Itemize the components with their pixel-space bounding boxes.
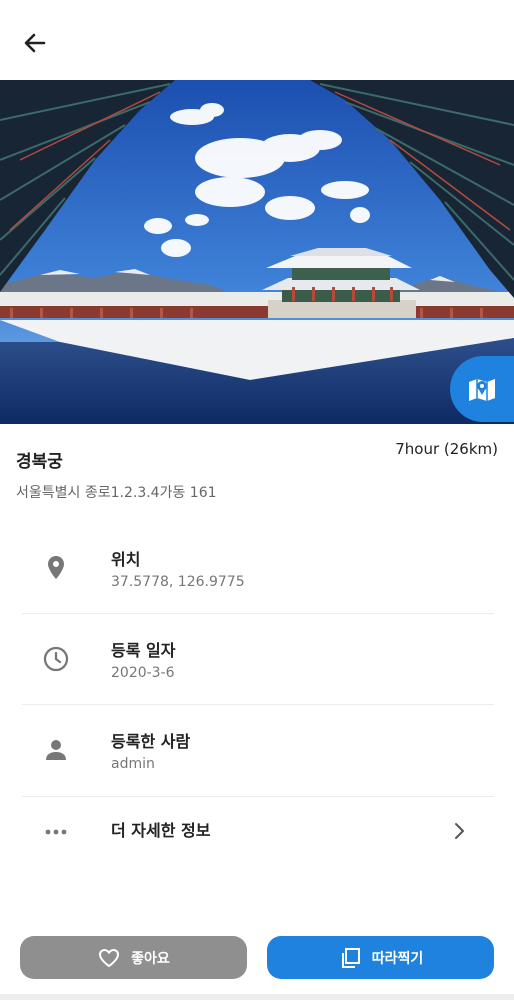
person-icon	[40, 734, 72, 766]
back-button[interactable]	[18, 26, 52, 60]
heart-outline-icon	[99, 948, 120, 967]
more-info-row[interactable]: 더 자세한 정보	[22, 796, 494, 866]
place-title: 경복궁	[16, 452, 63, 472]
detail-row-location: 위치 37.5778, 126.9775	[22, 522, 494, 614]
chevron-right-icon	[448, 820, 470, 842]
detail-row-registered-date: 등록 일자 2020-3-6	[22, 613, 494, 705]
detail-value: admin	[111, 756, 155, 772]
copy-icon	[341, 947, 360, 968]
detail-label: 등록한 사람	[111, 732, 191, 751]
location-pin-icon	[40, 552, 72, 584]
arrow-left-icon	[24, 33, 46, 53]
more-dots-icon	[40, 816, 72, 848]
clock-icon	[40, 643, 72, 675]
detail-label: 등록 일자	[111, 641, 176, 660]
place-photo	[0, 80, 514, 424]
more-info-label: 더 자세한 정보	[111, 821, 211, 840]
app-bar	[0, 0, 514, 80]
detail-value: 37.5778, 126.9775	[111, 574, 245, 590]
detail-value: 2020-3-6	[111, 665, 175, 681]
detail-row-registered-by: 등록한 사람 admin	[22, 704, 494, 796]
follow-shot-label: 따라찍기	[371, 950, 424, 967]
trip-duration: 7hour (26km)	[395, 440, 498, 458]
map-icon	[469, 379, 495, 401]
bottom-edge	[0, 994, 514, 1000]
like-button[interactable]: 좋아요	[20, 936, 247, 979]
follow-shot-button[interactable]: 따라찍기	[267, 936, 494, 979]
detail-label: 위치	[111, 550, 141, 569]
like-label: 좋아요	[131, 950, 170, 967]
map-button[interactable]	[450, 356, 514, 422]
place-address: 서울특별시 종로1.2.3.4가동 161	[16, 485, 217, 501]
